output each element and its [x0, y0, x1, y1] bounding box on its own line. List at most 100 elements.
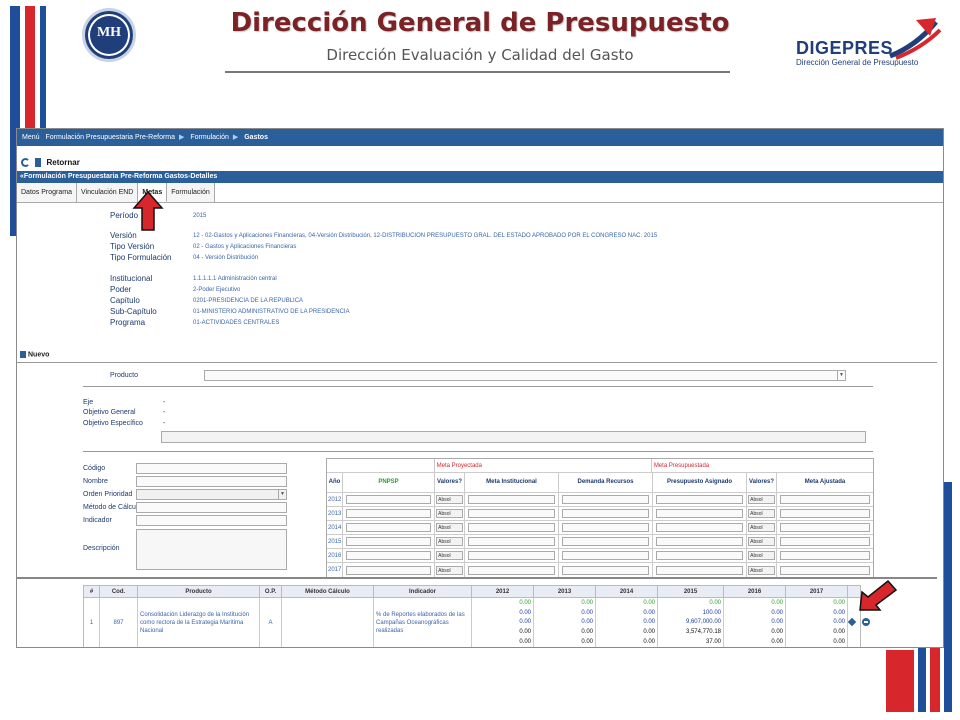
presupuesto-asignado-input[interactable] [655, 551, 744, 560]
pnpsp-input[interactable] [345, 565, 432, 575]
valores-select[interactable]: Absol [436, 523, 463, 532]
valores-select-2[interactable]: Absol [748, 509, 775, 518]
right-red-block [886, 650, 914, 712]
pnpsp-input[interactable] [345, 551, 432, 560]
meta-institucional-input[interactable] [467, 537, 556, 546]
metodo-calculo-label: Método de Cálculo [83, 504, 142, 511]
meta-ajustada-input[interactable] [779, 565, 871, 575]
meta-institucional-input[interactable] [467, 509, 556, 518]
cell-value: 0.00 [581, 600, 593, 607]
meta-institucional-input[interactable] [467, 495, 556, 504]
col-2012: 2012 [472, 586, 534, 597]
slide-subtitle: Dirección Evaluación y Calidad del Gasto [326, 46, 634, 64]
orden-prioridad-select[interactable]: ▼ [136, 489, 287, 500]
presupuesto-asignado-input[interactable] [655, 537, 744, 546]
producto-select[interactable]: ▼ [204, 370, 846, 381]
pnpsp-input[interactable] [345, 495, 432, 504]
tab-datos-programa[interactable]: Datos Programa [17, 183, 77, 202]
valores-select[interactable]: Absol [436, 495, 463, 504]
valores-select[interactable]: Absol [436, 537, 463, 546]
demanda-recursos-input[interactable] [561, 509, 650, 518]
grid-cell: Absol [747, 549, 777, 562]
presupuesto-asignado-input[interactable] [655, 565, 744, 575]
breadcrumb-item-gastos[interactable]: Gastos [244, 134, 268, 141]
presupuesto-asignado-input[interactable] [655, 509, 744, 518]
cell-value: 37.00 [705, 638, 721, 645]
cell-value: 0.00 [519, 638, 531, 645]
breadcrumb-item-formulacion-pre-reforma[interactable]: Formulación Presupuestaria Pre-Reforma [45, 134, 175, 141]
grid-cell [465, 507, 559, 520]
nuevo-divider [17, 362, 937, 363]
codigo-input[interactable] [136, 463, 287, 474]
remove-icon[interactable] [862, 618, 870, 626]
grid-cell: Absol [435, 521, 465, 534]
descripcion-textarea[interactable] [136, 529, 287, 570]
nuevo-button[interactable]: Nuevo [20, 351, 49, 358]
poder-value: 2-Poder Ejecutivo [193, 287, 241, 293]
cell-value: 0.00 [833, 638, 845, 645]
capitulo-label: Capítulo [110, 296, 140, 305]
reload-icon[interactable] [21, 158, 30, 168]
valores-select[interactable]: Absol [436, 509, 463, 518]
meta-ajustada-input[interactable] [779, 523, 871, 532]
meta-institucional-input[interactable] [467, 565, 556, 575]
eje-label: Eje [83, 399, 94, 406]
grid-header-valores: Valores? [435, 473, 465, 492]
meta-institucional-input[interactable] [467, 551, 556, 560]
col-op: O.P. [260, 586, 282, 597]
meta-ajustada-input[interactable] [779, 537, 871, 546]
grid-spacer [327, 459, 435, 472]
grid-cell [465, 563, 559, 577]
cell-value: 9,607,000.00 [685, 619, 721, 626]
meta-institucional-input[interactable] [467, 523, 556, 532]
back-icon[interactable] [35, 158, 42, 168]
tab-vinculacion-end[interactable]: Vinculación END [76, 183, 139, 202]
valores-select-2[interactable]: Absol [748, 523, 775, 532]
grid-row-2014: 2014 Absol Absol [327, 521, 873, 535]
meta-ajustada-input[interactable] [779, 495, 871, 504]
pnpsp-input[interactable] [345, 509, 432, 518]
grid-cell [343, 563, 435, 577]
demanda-recursos-input[interactable] [561, 523, 650, 532]
grid-cell: Absol [747, 521, 777, 534]
presupuesto-asignado-input[interactable] [655, 495, 744, 504]
metodo-calculo-input[interactable] [136, 502, 287, 513]
demanda-recursos-input[interactable] [561, 495, 650, 504]
grid-cell [559, 563, 653, 577]
grid-cell [777, 507, 873, 520]
periodo-value: 2015 [193, 213, 207, 219]
meta-ajustada-input[interactable] [779, 551, 871, 560]
col-producto: Producto [138, 586, 260, 597]
indicador-input[interactable] [136, 515, 287, 526]
valores-select[interactable]: Absol [436, 551, 463, 560]
grid-cell [343, 521, 435, 534]
pnpsp-input[interactable] [345, 537, 432, 546]
valores-select-2[interactable]: Absol [748, 551, 775, 560]
cell-value: 0.00 [643, 619, 655, 626]
seal-label: MH [96, 25, 122, 40]
tab-formulacion[interactable]: Formulación [167, 183, 215, 202]
pnpsp-input[interactable] [345, 523, 432, 532]
grid-header-demanda-recursos: Demanda Recursos [559, 473, 653, 492]
retornar-button[interactable]: Retornar [46, 158, 79, 167]
demanda-recursos-input[interactable] [561, 551, 650, 560]
valores-select[interactable]: Absol [436, 565, 463, 575]
cell-value: 0.00 [643, 609, 655, 616]
breadcrumb-item-formulacion[interactable]: Formulación [190, 134, 229, 141]
tipo-version-value: 02 - Gastos y Aplicaciones Financieras [193, 244, 297, 250]
grid-cell: Absol [435, 535, 465, 548]
nombre-input[interactable] [136, 476, 287, 487]
valores-select-2[interactable]: Absol [748, 495, 775, 504]
valores-select-2[interactable]: Absol [748, 565, 775, 575]
indicador-label: Indicador [83, 517, 112, 524]
breadcrumb-item-menu[interactable]: Menú [22, 134, 40, 141]
brand-sub: Dirección General de Presupuesto [796, 58, 919, 67]
presupuesto-asignado-input[interactable] [655, 523, 744, 532]
meta-ajustada-input[interactable] [779, 509, 871, 518]
objetivo-especifico-field[interactable] [161, 431, 866, 443]
demanda-recursos-input[interactable] [561, 537, 650, 546]
valores-select-2[interactable]: Absol [748, 537, 775, 546]
table-row[interactable]: 1 897 Consolidación Liderazgo de la Inst… [84, 598, 860, 647]
goals-grid-header-group: Meta Proyectada Meta Presupuestada [327, 459, 873, 473]
demanda-recursos-input[interactable] [561, 565, 650, 575]
